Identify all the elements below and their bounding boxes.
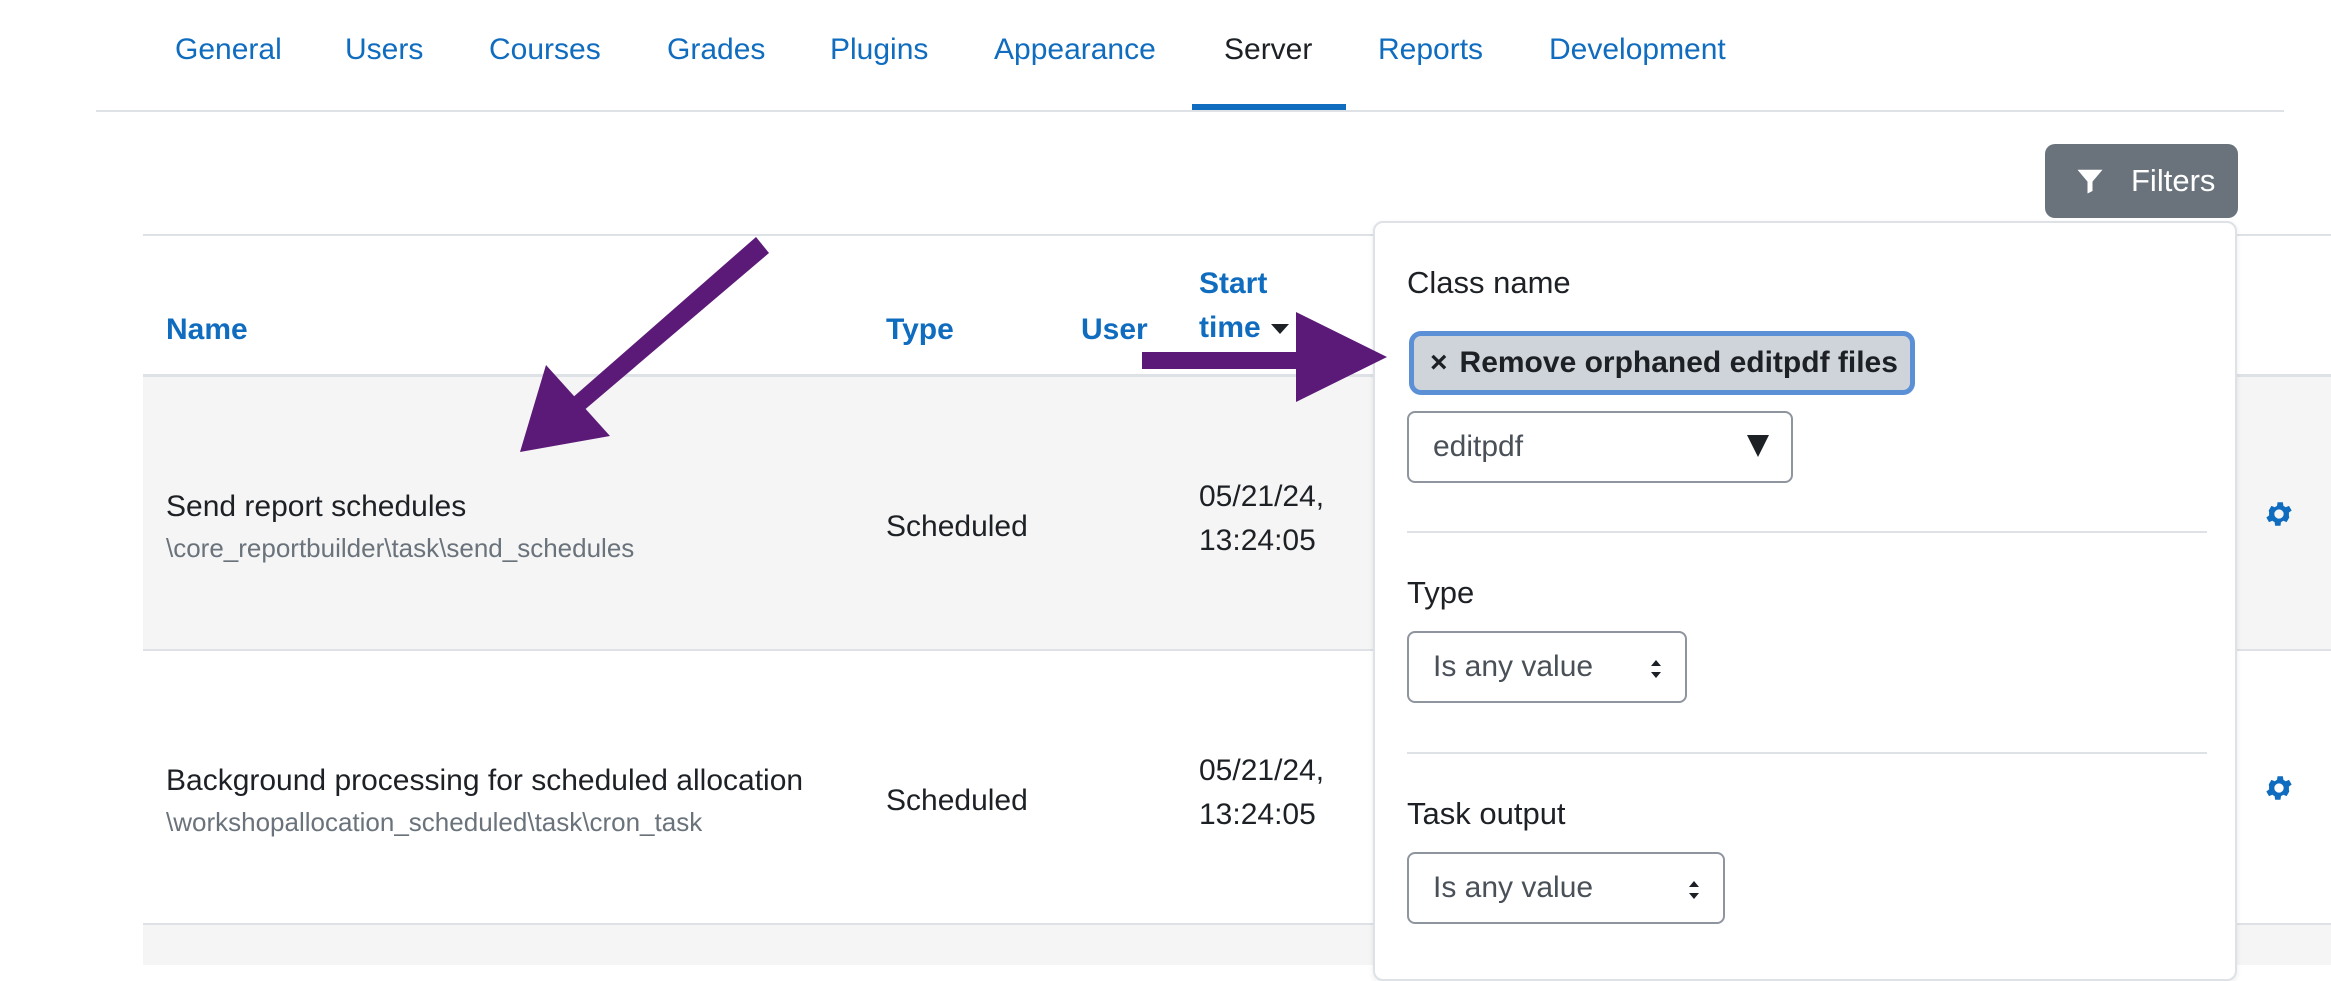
task-start-date: 05/21/24, xyxy=(1199,480,1325,513)
gear-icon[interactable] xyxy=(2263,498,2295,530)
filter-icon xyxy=(2077,169,2103,194)
start-time-header-line1: Start xyxy=(1199,267,1268,300)
tab-grades[interactable]: Grades xyxy=(667,30,765,70)
task-start-clock: 13:24:05 xyxy=(1199,798,1316,831)
task-name: Send report schedules xyxy=(166,490,467,523)
filters-panel: Class name × Remove orphaned editpdf fil… xyxy=(1373,221,2237,981)
task-output-filter-value: Is any value xyxy=(1433,871,1594,904)
tab-plugins[interactable]: Plugins xyxy=(830,30,928,70)
filters-button-label: Filters xyxy=(2131,163,2216,198)
task-classname: \core_reportbuilder\task\send_schedules xyxy=(166,533,635,563)
sort-descending-icon xyxy=(1270,324,1289,335)
tab-general[interactable]: General xyxy=(175,30,282,70)
column-header-user[interactable]: User xyxy=(1081,308,1148,352)
start-time-header-line2: time xyxy=(1199,311,1261,344)
selected-class-chip-label: Remove orphaned editpdf files xyxy=(1459,346,1898,379)
dropdown-triangle-icon xyxy=(1747,435,1769,457)
admin-nav-tabs: General Users Courses Grades Plugins App… xyxy=(96,0,2284,112)
column-header-start-time[interactable]: Start time xyxy=(1199,262,1289,350)
select-arrows-icon xyxy=(1651,660,1661,678)
remove-chip-icon[interactable]: × xyxy=(1430,346,1448,380)
tab-reports[interactable]: Reports xyxy=(1378,30,1483,70)
active-tab-indicator xyxy=(1192,104,1346,110)
task-name: Background processing for scheduled allo… xyxy=(166,764,804,797)
task-type: Scheduled xyxy=(886,784,1028,817)
filter-divider xyxy=(1407,531,2207,533)
task-start-date: 05/21/24, xyxy=(1199,754,1325,787)
tab-server[interactable]: Server xyxy=(1224,30,1312,70)
filter-divider xyxy=(1407,752,2207,754)
task-output-filter-select[interactable]: Is any value xyxy=(1407,852,1725,924)
task-classname: \workshopallocation_scheduled\task\cron_… xyxy=(166,807,703,837)
column-header-name[interactable]: Name xyxy=(166,308,248,352)
type-filter-label: Type xyxy=(1407,575,1475,610)
type-filter-value: Is any value xyxy=(1433,650,1594,683)
gear-icon[interactable] xyxy=(2263,772,2295,804)
selected-class-chip[interactable]: × Remove orphaned editpdf files xyxy=(1409,331,1915,395)
class-name-search-value: editpdf xyxy=(1433,430,1524,463)
tab-users[interactable]: Users xyxy=(345,30,423,70)
class-name-filter-label: Class name xyxy=(1407,265,1571,300)
select-arrows-icon xyxy=(1689,881,1699,899)
tab-development[interactable]: Development xyxy=(1549,30,1726,70)
filters-button[interactable]: Filters xyxy=(2045,144,2238,218)
type-filter-select[interactable]: Is any value xyxy=(1407,631,1687,703)
tab-appearance[interactable]: Appearance xyxy=(994,30,1156,70)
tab-courses[interactable]: Courses xyxy=(489,30,601,70)
class-name-search-input[interactable]: editpdf xyxy=(1407,411,1793,483)
task-start-clock: 13:24:05 xyxy=(1199,524,1316,557)
task-output-filter-label: Task output xyxy=(1407,796,1566,831)
task-start-time: 05/21/24, 13:24:05 xyxy=(1199,749,1324,837)
task-type: Scheduled xyxy=(886,510,1028,543)
column-header-type[interactable]: Type xyxy=(886,308,954,352)
task-start-time: 05/21/24, 13:24:05 xyxy=(1199,475,1324,563)
